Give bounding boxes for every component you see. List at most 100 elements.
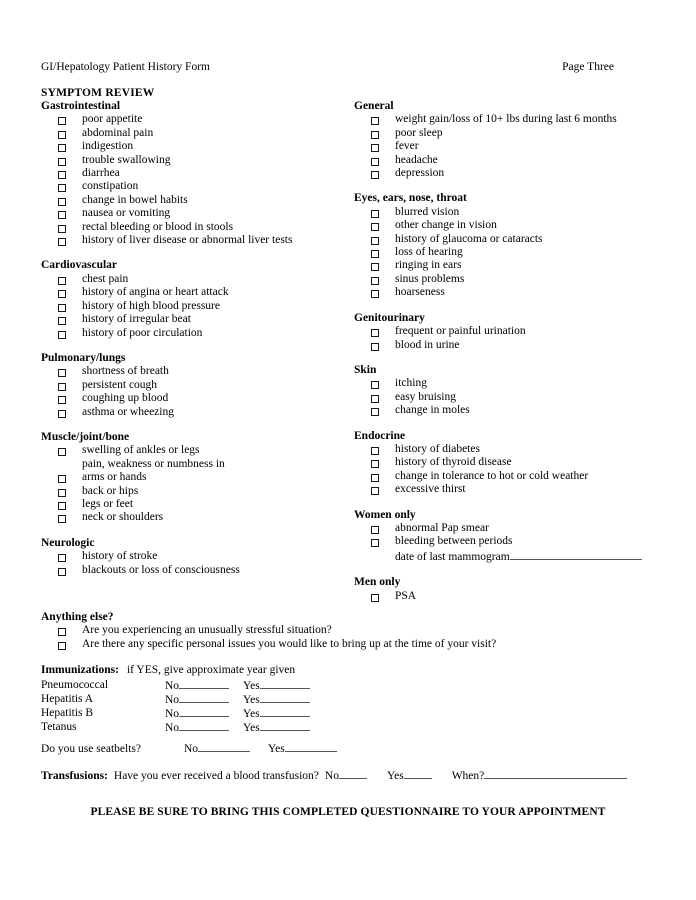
checkbox-icon[interactable] <box>58 409 66 418</box>
symptom-item[interactable]: itching <box>354 377 654 390</box>
checkbox-icon[interactable] <box>58 197 66 206</box>
symptom-item[interactable]: fever <box>354 140 654 153</box>
symptom-item[interactable]: history of thyroid disease <box>354 456 654 469</box>
symptom-item[interactable]: bleeding between periods <box>354 535 654 548</box>
seatbelts-yes-field[interactable] <box>284 741 337 752</box>
symptom-item[interactable]: other change in vision <box>354 219 654 232</box>
symptom-item[interactable]: blackouts or loss of consciousness <box>41 564 341 577</box>
checkbox-icon[interactable] <box>58 396 66 405</box>
checkbox-icon[interactable] <box>58 317 66 326</box>
checkbox-icon[interactable] <box>371 130 379 139</box>
checkbox-icon[interactable] <box>58 117 66 126</box>
checkbox-icon[interactable] <box>371 460 379 469</box>
symptom-item[interactable]: PSA <box>354 590 654 603</box>
symptom-item[interactable]: coughing up blood <box>41 392 341 405</box>
symptom-item[interactable]: neck or shoulders <box>41 511 341 524</box>
checkbox-icon[interactable] <box>58 171 66 180</box>
checkbox-icon[interactable] <box>371 223 379 232</box>
checkbox-icon[interactable] <box>371 117 379 126</box>
symptom-item[interactable]: change in moles <box>354 404 654 417</box>
checkbox-icon[interactable] <box>371 473 379 482</box>
symptom-item[interactable]: diarrhea <box>41 167 341 180</box>
checkbox-icon[interactable] <box>371 342 379 351</box>
checkbox-icon[interactable] <box>58 448 66 457</box>
symptom-item[interactable]: abdominal pain <box>41 127 341 140</box>
checkbox-icon[interactable] <box>371 144 379 153</box>
symptom-item[interactable]: chest pain <box>41 273 341 286</box>
immunization-yes-field[interactable] <box>259 706 310 717</box>
checkbox-icon[interactable] <box>58 130 66 139</box>
symptom-item[interactable]: history of poor circulation <box>41 327 341 340</box>
checkbox-icon[interactable] <box>371 171 379 180</box>
checkbox-icon[interactable] <box>58 238 66 247</box>
symptom-item[interactable]: indigestion <box>41 140 341 153</box>
checkbox-icon[interactable] <box>371 329 379 338</box>
symptom-item[interactable]: ringing in ears <box>354 259 654 272</box>
checkbox-icon[interactable] <box>371 290 379 299</box>
immunization-no-field[interactable] <box>179 720 230 731</box>
checkbox-icon[interactable] <box>58 628 66 637</box>
checkbox-icon[interactable] <box>58 501 66 510</box>
symptom-item[interactable]: history of stroke <box>41 550 341 563</box>
immunization-yes-field[interactable] <box>259 692 310 703</box>
transfusions-no-field[interactable] <box>338 768 367 779</box>
immunization-no-field[interactable] <box>179 678 230 689</box>
checkbox-icon[interactable] <box>58 554 66 563</box>
checkbox-icon[interactable] <box>371 525 379 534</box>
symptom-item[interactable]: persistent cough <box>41 379 341 392</box>
checkbox-icon[interactable] <box>371 446 379 455</box>
symptom-item[interactable]: trouble swallowing <box>41 154 341 167</box>
checkbox-icon[interactable] <box>371 394 379 403</box>
symptom-item[interactable]: poor appetite <box>41 113 341 126</box>
symptom-item[interactable]: weight gain/loss of 10+ lbs during last … <box>354 113 654 126</box>
symptom-item[interactable]: nausea or vomiting <box>41 207 341 220</box>
symptom-item[interactable]: history of high blood pressure <box>41 300 341 313</box>
immunization-no-field[interactable] <box>179 706 230 717</box>
checkbox-icon[interactable] <box>58 488 66 497</box>
checkbox-icon[interactable] <box>58 641 66 650</box>
symptom-item[interactable]: excessive thirst <box>354 483 654 496</box>
symptom-item[interactable]: frequent or painful urination <box>354 325 654 338</box>
symptom-item[interactable]: back or hips <box>41 485 341 498</box>
immunization-yes-field[interactable] <box>259 720 310 731</box>
symptom-item[interactable]: constipation <box>41 180 341 193</box>
checkbox-icon[interactable] <box>58 157 66 166</box>
checkbox-icon[interactable] <box>371 539 379 548</box>
checkbox-icon[interactable] <box>58 211 66 220</box>
symptom-item[interactable]: Are there any specific personal issues y… <box>41 638 641 651</box>
checkbox-icon[interactable] <box>371 408 379 417</box>
immunization-no-field[interactable] <box>179 692 230 703</box>
immunization-yes-field[interactable] <box>259 678 310 689</box>
checkbox-icon[interactable] <box>58 290 66 299</box>
seatbelts-no-field[interactable] <box>198 741 251 752</box>
symptom-item[interactable]: hoarseness <box>354 286 654 299</box>
symptom-item[interactable]: legs or feet <box>41 498 341 511</box>
transfusions-yes-field[interactable] <box>403 768 432 779</box>
checkbox-icon[interactable] <box>371 276 379 285</box>
symptom-item[interactable]: abnormal Pap smear <box>354 522 654 535</box>
checkbox-icon[interactable] <box>371 381 379 390</box>
symptom-item[interactable]: history of glaucoma or cataracts <box>354 233 654 246</box>
symptom-item[interactable]: change in bowel habits <box>41 194 341 207</box>
checkbox-icon[interactable] <box>371 236 379 245</box>
symptom-item[interactable]: depression <box>354 167 654 180</box>
checkbox-icon[interactable] <box>58 303 66 312</box>
checkbox-icon[interactable] <box>58 515 66 524</box>
mammogram-date-field[interactable] <box>509 549 642 560</box>
checkbox-icon[interactable] <box>58 567 66 576</box>
symptom-item[interactable]: change in tolerance to hot or cold weath… <box>354 470 654 483</box>
symptom-item[interactable]: headache <box>354 154 654 167</box>
transfusions-when-field[interactable] <box>484 768 628 779</box>
symptom-item[interactable]: asthma or wheezing <box>41 406 341 419</box>
checkbox-icon[interactable] <box>371 593 379 602</box>
checkbox-icon[interactable] <box>371 209 379 218</box>
symptom-item[interactable]: arms or hands <box>41 471 341 484</box>
symptom-item[interactable]: poor sleep <box>354 127 654 140</box>
symptom-item[interactable]: blood in urine <box>354 339 654 352</box>
checkbox-icon[interactable] <box>371 250 379 259</box>
symptom-item[interactable]: rectal bleeding or blood in stools <box>41 221 341 234</box>
symptom-item[interactable]: history of irregular beat <box>41 313 341 326</box>
symptom-item[interactable]: shortness of breath <box>41 365 341 378</box>
checkbox-icon[interactable] <box>58 369 66 378</box>
checkbox-icon[interactable] <box>58 224 66 233</box>
